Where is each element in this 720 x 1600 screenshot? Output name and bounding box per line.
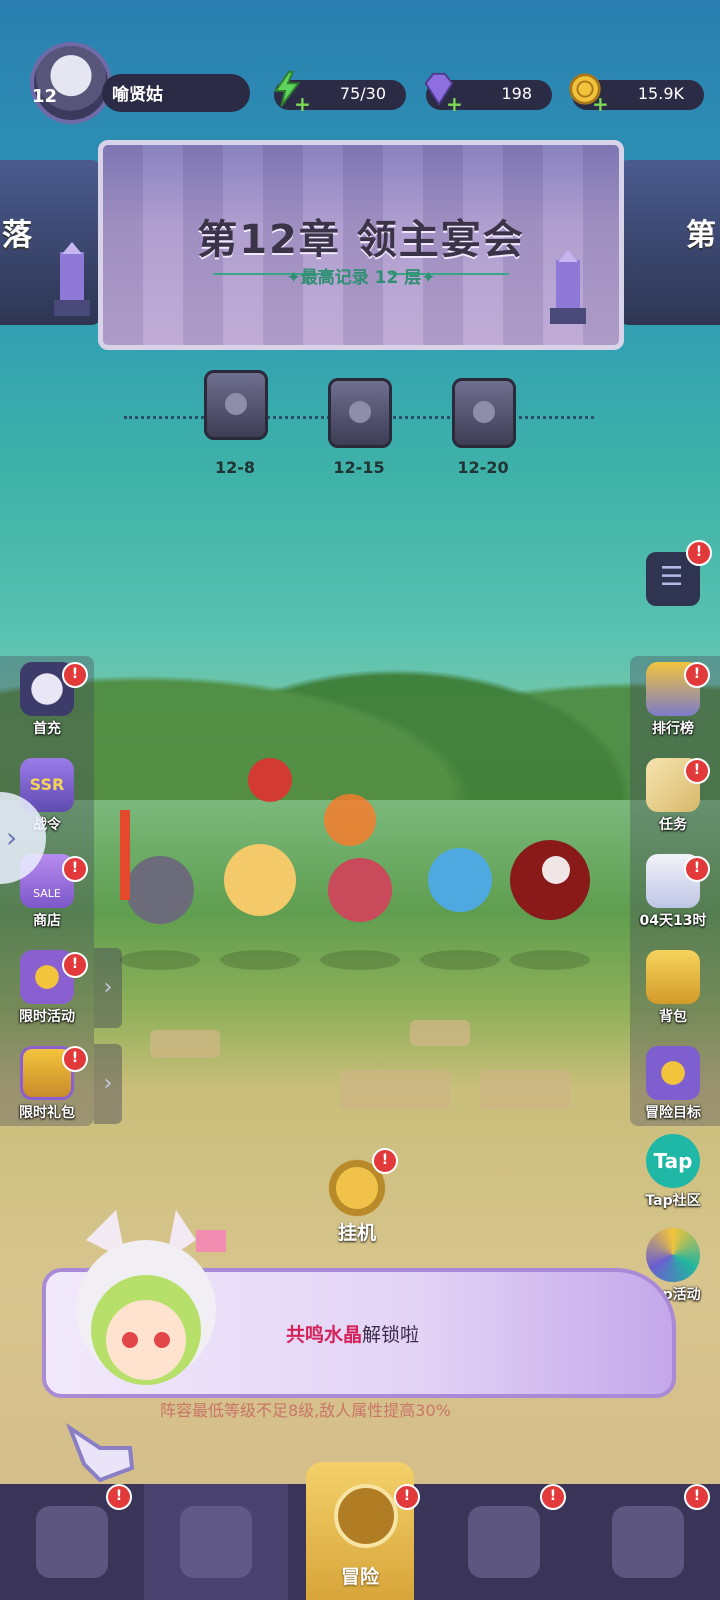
chef-hero <box>220 758 300 970</box>
ground-tiles <box>150 1010 580 1130</box>
chapter-title: 第12章 领主宴会 <box>197 217 525 263</box>
alert-badge: ! <box>62 1046 88 1072</box>
gold-value: 15.9K <box>637 84 684 103</box>
alert-badge: ! <box>62 952 88 978</box>
mage-hero <box>320 794 400 970</box>
nav-heroes[interactable] <box>144 1484 288 1600</box>
ice-hero <box>420 848 500 970</box>
nav-adventure-label: 冒险 <box>340 1566 379 1588</box>
backpack-icon <box>646 950 700 1004</box>
pointer-hand-icon <box>65 1422 135 1483</box>
chapter-record: ✦最高记录 12 层✦ <box>286 268 436 288</box>
backpack-button[interactable]: 背包 <box>626 950 720 1040</box>
plus-icon: + <box>592 92 609 116</box>
gem-counter[interactable]: + 198 <box>424 72 552 116</box>
alert-badge: ! <box>62 856 88 882</box>
guild-icon <box>612 1506 684 1578</box>
dialog-highlight: 共鸣水晶 <box>286 1324 363 1346</box>
energy-value: 75/30 <box>339 84 386 103</box>
energy-counter[interactable]: + 75/30 <box>273 70 406 116</box>
gem-value: 198 <box>501 84 532 103</box>
player-avatar[interactable] <box>30 42 112 124</box>
goal-icon <box>646 1046 700 1100</box>
alert-badge: ! <box>106 1484 132 1510</box>
tap-community-button[interactable]: Tap Tap社区 <box>626 1134 720 1224</box>
tap-activity-icon <box>646 1228 700 1282</box>
alert-badge: ! <box>62 662 88 688</box>
alert-badge: ! <box>686 540 712 566</box>
heroes-icon <box>180 1506 252 1578</box>
next-chapter-title: 第 <box>686 218 716 253</box>
alert-badge: ! <box>684 662 710 688</box>
alert-badge: ! <box>684 758 710 784</box>
alert-badge: ! <box>372 1148 398 1174</box>
reward-chest-locked[interactable] <box>452 378 516 448</box>
chest-label: 12-15 <box>333 458 385 477</box>
dialog-text: 共鸣水晶解锁啦 <box>286 1320 419 1347</box>
chest-label: 12-20 <box>457 458 509 477</box>
player-level: 12 <box>32 86 58 107</box>
player-name: 喻贤姑 <box>112 85 163 105</box>
knight-hero <box>120 810 200 970</box>
reward-chest-locked[interactable] <box>328 378 392 448</box>
tower-icon <box>54 242 90 316</box>
expand-arrow[interactable]: › <box>94 1044 122 1124</box>
plus-icon: + <box>294 92 311 116</box>
dialog-rest: 解锁啦 <box>362 1324 420 1346</box>
alert-badge: ! <box>684 856 710 882</box>
hero-party <box>120 758 590 970</box>
alert-badge: ! <box>394 1484 420 1510</box>
prev-chapter-title: 落 <box>2 218 32 253</box>
guide-character <box>76 1210 226 1385</box>
shrine-icon <box>468 1506 540 1578</box>
adventure-goal-button[interactable]: 冒险目标 <box>626 1046 720 1136</box>
cards-icon <box>36 1506 108 1578</box>
compass-icon <box>334 1484 398 1548</box>
alert-badge: ! <box>684 1484 710 1510</box>
reward-chest-opened[interactable] <box>204 370 268 440</box>
plus-icon: + <box>446 92 463 116</box>
tower-icon <box>550 250 586 324</box>
chest-label: 12-8 <box>214 458 256 477</box>
gold-counter[interactable]: + 15.9K <box>569 73 704 116</box>
tap-icon: Tap <box>646 1134 700 1188</box>
demon-hero <box>510 840 590 970</box>
alert-badge: ! <box>540 1484 566 1510</box>
